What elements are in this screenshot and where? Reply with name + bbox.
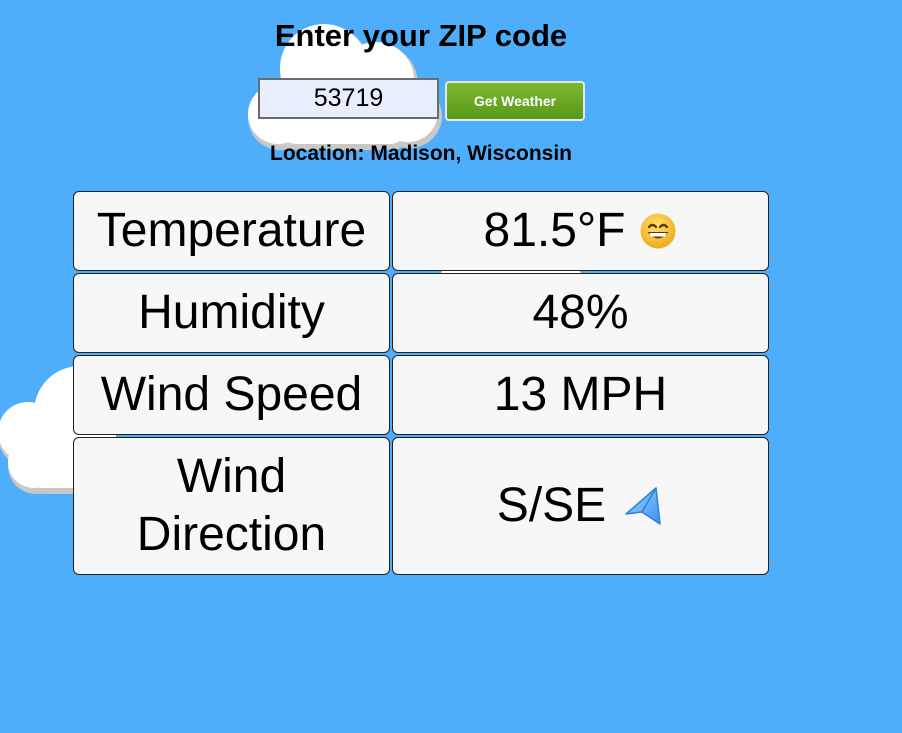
humidity-value-cell: 48% xyxy=(392,273,769,353)
page-title: Enter your ZIP code xyxy=(274,18,568,53)
wind-speed-label: Wind Speed xyxy=(100,368,363,421)
temperature-value: 81.5°F xyxy=(483,204,626,257)
wind-direction-value: S/SE xyxy=(496,479,607,532)
temperature-label-cell: Temperature xyxy=(73,191,390,271)
temperature-value-cell: 81.5°F xyxy=(392,191,769,271)
location-text: Location: Madison, Wisconsin xyxy=(270,142,572,165)
humidity-label-cell: Humidity xyxy=(73,273,390,353)
grinning-face-icon xyxy=(640,213,676,249)
zip-code-input[interactable] xyxy=(258,78,439,119)
wind-speed-value: 13 MPH xyxy=(493,368,668,421)
wind-speed-label-cell: Wind Speed xyxy=(73,355,390,435)
humidity-label: Humidity xyxy=(138,286,325,339)
wind-direction-label-cell: Wind Direction xyxy=(73,437,390,575)
get-weather-button[interactable]: Get Weather xyxy=(445,81,585,121)
wind-direction-label: Wind Direction xyxy=(136,450,327,561)
humidity-value: 48% xyxy=(532,286,629,339)
paper-plane-direction-icon xyxy=(625,487,661,525)
wind-speed-value-cell: 13 MPH xyxy=(392,355,769,435)
wind-direction-value-cell: S/SE xyxy=(392,437,769,575)
temperature-label: Temperature xyxy=(96,204,367,257)
